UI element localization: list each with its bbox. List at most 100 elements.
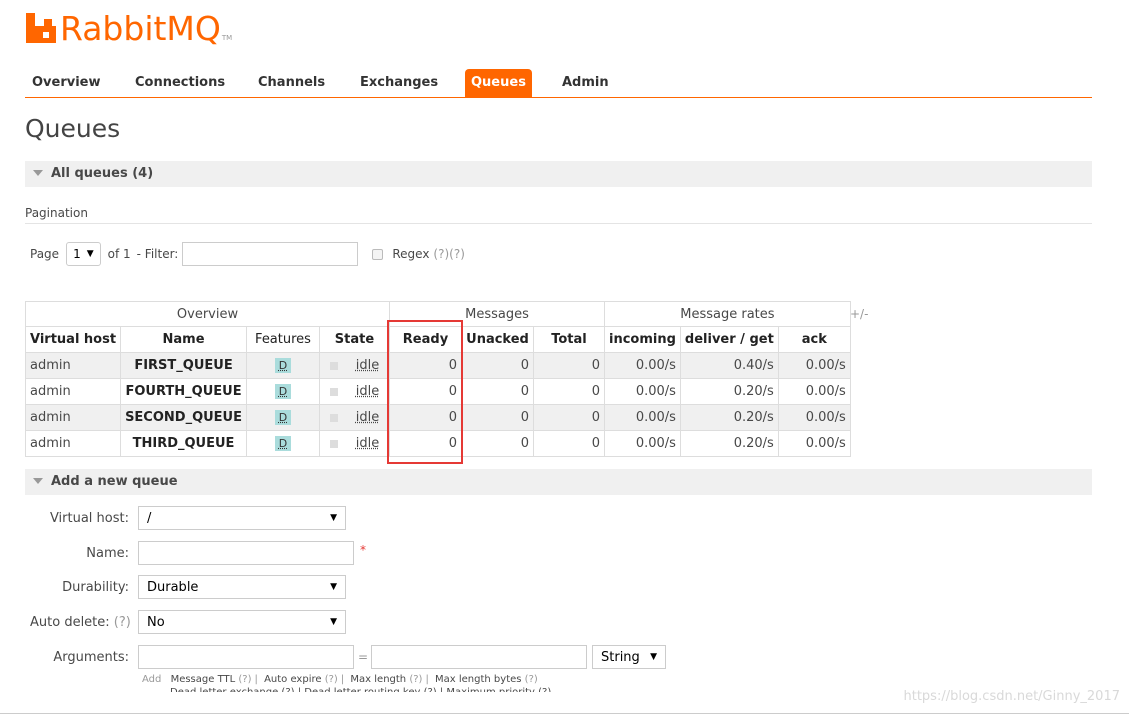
state-label: idle [355,384,380,399]
watermark: https://blog.csdn.net/Ginny_2017 [903,689,1121,704]
col-total[interactable]: Total [533,326,605,353]
col-features: Features [246,326,320,353]
tab-channels[interactable]: Channels [252,69,331,97]
state-indicator [329,439,338,448]
argument-key-input[interactable] [138,645,354,669]
regex-checkbox[interactable] [372,248,384,260]
help-link[interactable]: (?) [238,674,251,685]
cell-total: 0 [533,352,605,379]
ready-column-highlight-box [387,320,463,464]
logo-trademark: TM [221,34,233,42]
col-state[interactable]: State [319,326,390,353]
add-queue-toggle[interactable]: Add a new queue [25,469,1092,495]
cell-ack: 0.00/s [777,378,851,405]
cell-incoming: 0.00/s [604,378,681,405]
state-indicator [329,361,338,370]
collapse-triangle-icon [33,169,43,176]
auto-delete-select[interactable]: No ▼ [138,610,346,634]
argument-type-select[interactable]: String ▼ [592,645,666,669]
name-label: Name: [86,546,129,561]
col-virtual-host[interactable]: Virtual host [24,326,122,353]
col-name[interactable]: Name [120,326,247,353]
state-indicator [329,413,338,422]
required-asterisk: * [360,543,366,557]
state-label: idle [355,358,380,373]
column-toggle-link[interactable]: +/- [850,307,868,321]
durability-label: Durability: [62,580,129,595]
state-indicator [329,387,338,396]
max-length-bytes-link[interactable]: Max length bytes [435,674,521,685]
cell-ack: 0.00/s [777,430,851,457]
queue-name-link[interactable]: SECOND_QUEUE [120,404,247,431]
cell-unacked: 0 [461,404,534,431]
filter-input[interactable] [182,242,359,266]
cell-vhost: admin [24,352,122,379]
col-unacked[interactable]: Unacked [461,326,534,353]
queue-name-link[interactable]: THIRD_QUEUE [120,430,247,457]
feature-durable-badge: D [274,358,292,373]
dropdown-arrow-icon: ▼ [330,513,337,523]
group-overview: Overview [25,301,390,327]
main-nav: Overview Connections Channels Exchanges … [25,69,1092,98]
dropdown-arrow-icon: ▼ [330,582,337,592]
rabbitmq-logo: RabbitMQ TM [26,8,232,48]
cell-total: 0 [533,430,605,457]
page-select-value: 1 [73,247,81,261]
dropdown-arrow-icon: ▼ [86,249,94,259]
cell-vhost: admin [24,378,122,405]
tab-queues[interactable]: Queues [465,69,532,97]
durability-select-value: Durable [147,579,199,595]
tab-admin[interactable]: Admin [556,69,615,97]
dropdown-arrow-icon: ▼ [650,652,657,662]
cell-deliver-get: 0.20/s [679,404,779,431]
help-link[interactable]: (?) [525,674,538,685]
queue-name-link[interactable]: FOURTH_QUEUE [120,378,247,405]
tab-overview[interactable]: Overview [26,69,107,97]
group-message-rates: Message rates [604,301,851,327]
feature-durable-badge: D [274,436,292,451]
page-select[interactable]: 1 ▼ [66,242,101,266]
auto-delete-select-value: No [147,614,165,630]
add-queue-heading: Add a new queue [51,474,178,489]
cell-total: 0 [533,404,605,431]
help-link[interactable]: (?) [409,674,422,685]
help-link[interactable]: (?) [325,674,338,685]
arguments-label: Arguments: [53,650,129,665]
filter-label: - Filter: [136,247,179,261]
tab-connections[interactable]: Connections [129,69,231,97]
tab-exchanges[interactable]: Exchanges [354,69,444,97]
cell-incoming: 0.00/s [604,404,681,431]
auto-delete-label-row: Auto delete: (?) [25,615,133,630]
durability-select[interactable]: Durable ▼ [138,575,346,599]
col-ack[interactable]: ack [777,326,851,353]
col-deliver-get[interactable]: deliver / get [679,326,779,353]
pagination-divider [25,223,1092,224]
dropdown-arrow-icon: ▼ [330,617,337,627]
vhost-select[interactable]: / ▼ [138,506,346,530]
page-of-label: of 1 [107,247,131,261]
auto-expire-link[interactable]: Auto expire [264,674,321,685]
all-queues-toggle[interactable]: All queues (4) [25,161,1092,187]
col-incoming[interactable]: incoming [604,326,681,353]
argument-shortcuts-row2: Dead letter exchange (?) | Dead letter r… [170,687,551,692]
queue-name-input[interactable] [138,541,354,565]
state-label: idle [355,410,380,425]
equals-sign: = [358,650,369,664]
argument-value-input[interactable] [371,645,587,669]
cell-vhost: admin [24,430,122,457]
all-queues-heading: All queues (4) [51,166,154,181]
pagination-bar: Page 1 ▼ of 1 - Filter: Regex (?)(?) [30,242,465,266]
cell-ack: 0.00/s [777,404,851,431]
rabbit-logo-icon [26,13,56,43]
auto-delete-label: Auto delete: [30,615,110,630]
cell-unacked: 0 [461,352,534,379]
cell-vhost: admin [24,404,122,431]
message-ttl-link[interactable]: Message TTL [171,674,236,685]
cell-incoming: 0.00/s [604,430,681,457]
auto-delete-help-link[interactable]: (?) [114,615,131,630]
max-length-link[interactable]: Max length [350,674,406,685]
cell-deliver-get: 0.20/s [679,430,779,457]
add-label: Add [142,674,162,685]
regex-help-link[interactable]: (?)(?) [433,247,464,261]
queue-name-link[interactable]: FIRST_QUEUE [120,352,247,379]
